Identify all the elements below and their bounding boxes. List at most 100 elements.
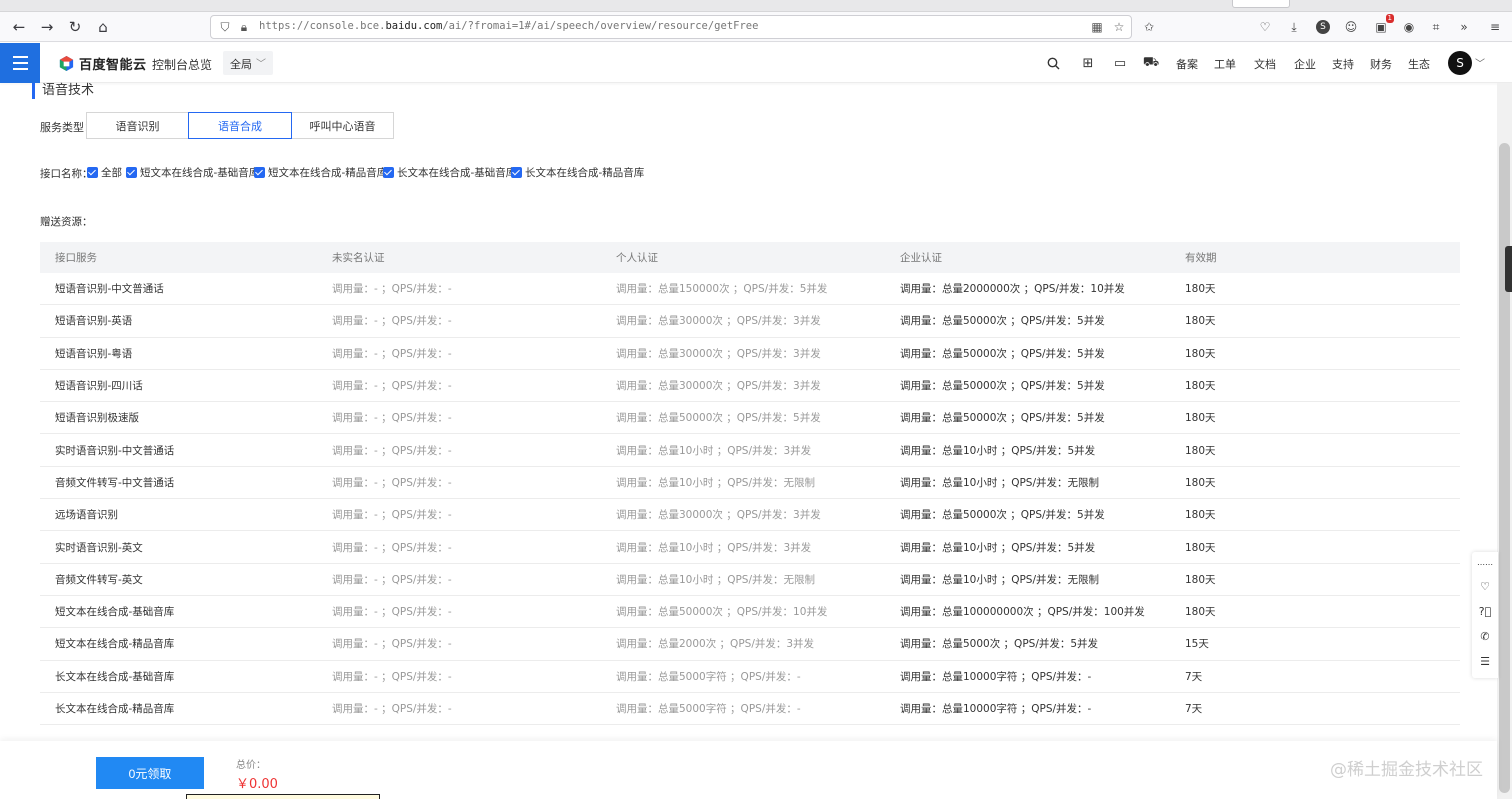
header-link-finance[interactable]: 财务	[1370, 56, 1392, 72]
cell-unverified: 调用量：- ；QPS/并发：-	[332, 670, 452, 683]
extension-badge-icon[interactable]: ▣ 1	[1372, 14, 1394, 36]
cell-enterprise: 调用量：总量10000字符 ；QPS/并发：-	[900, 670, 1092, 683]
crop-icon[interactable]: ⌗	[1427, 18, 1445, 36]
products-grid-icon[interactable]: ⊞	[1080, 55, 1096, 71]
cell-personal: 调用量：总量10小时 ；QPS/并发：3并发	[616, 444, 812, 457]
cell-validity: 180天	[1185, 380, 1216, 393]
page-scrollbar[interactable]	[1497, 83, 1512, 799]
tab-call-center-speech[interactable]: 呼叫中心语音	[291, 112, 394, 139]
gift-resources-label: 赠送资源：	[40, 216, 93, 228]
chevron-down-icon: ﹀	[256, 59, 266, 70]
side-feedback-tab[interactable]	[1505, 246, 1512, 292]
header-link-support[interactable]: 支持	[1332, 56, 1354, 72]
extension-fox-icon[interactable]: ◉	[1400, 18, 1418, 36]
checkbox-long-text-basic[interactable]: 长文本在线合成-基础音库	[383, 165, 516, 180]
cell-unverified: 调用量：- ；QPS/并发：-	[332, 412, 452, 425]
column-header-enterprise: 企业认证	[900, 252, 942, 264]
phone-icon[interactable]: ✆	[1476, 627, 1494, 645]
bookmark-star-icon[interactable]: ☆	[1111, 19, 1127, 35]
cell-validity: 15天	[1185, 638, 1209, 651]
more-extensions-icon[interactable]: »	[1455, 18, 1473, 36]
cell-personal: 调用量：总量2000次 ；QPS/并发：3并发	[616, 638, 815, 651]
table-row: 短语音识别极速版 调用量：- ；QPS/并发：- 调用量：总量50000次 ；QPS…	[40, 402, 1460, 435]
help-icon[interactable]: ?⃝	[1476, 602, 1494, 620]
home-icon[interactable]: ⌂	[92, 16, 114, 38]
total-price-value: ￥0.00	[236, 777, 278, 792]
cell-unverified: 调用量：- ；QPS/并发：-	[332, 509, 452, 522]
scrollbar-thumb[interactable]	[1499, 143, 1510, 793]
cell-validity: 180天	[1185, 412, 1216, 425]
table-row: 音频文件转写-中文普通话 调用量：- ；QPS/并发：- 调用量：总量10小时 ；Q…	[40, 467, 1460, 500]
browser-navbar: ← → ↻ ⌂ ⛉ 🔒︎ https://console.bce.baidu.c…	[0, 12, 1512, 42]
console-overview-link[interactable]: 控制台总览	[152, 56, 212, 73]
logo[interactable]: 百度智能云	[58, 54, 147, 73]
column-header-validity: 有效期	[1185, 252, 1217, 264]
cell-unverified: 调用量：- ；QPS/并发：-	[332, 476, 452, 489]
cell-personal: 调用量：总量50000次 ；QPS/并发：10并发	[616, 606, 828, 619]
browser-active-tab[interactable]	[1232, 0, 1290, 8]
table-row: 远场语音识别 调用量：- ；QPS/并发：- 调用量：总量30000次 ；QPS/并…	[40, 499, 1460, 532]
cell-validity: 180天	[1185, 476, 1216, 489]
cart-icon[interactable]: ⛟	[1143, 55, 1159, 71]
cell-service: 实时语音识别-中文普通话	[55, 444, 175, 457]
claim-free-button[interactable]: 0元领取	[96, 757, 204, 789]
drag-handle-icon[interactable]: ⋯⋯	[1476, 555, 1494, 573]
cell-validity: 180天	[1185, 283, 1216, 296]
favorite-icon[interactable]: ♡	[1476, 577, 1494, 595]
back-icon[interactable]: ←	[8, 16, 30, 38]
cell-enterprise: 调用量：总量5000次 ；QPS/并发：5并发	[900, 638, 1099, 651]
extension-s-icon[interactable]: S	[1316, 20, 1330, 34]
reload-icon[interactable]: ↻	[64, 16, 86, 38]
checkbox-long-text-premium[interactable]: 长文本在线合成-精品音库	[511, 165, 644, 180]
bottom-bar: 0元领取 总价： ￥0.00 @稀土掘金技术社区	[0, 741, 1497, 799]
header-link-filing[interactable]: 备案	[1176, 56, 1198, 72]
checkbox-short-text-basic[interactable]: 短文本在线合成-基础音库	[126, 165, 259, 180]
forward-icon[interactable]: →	[36, 16, 58, 38]
url-text: https://console.bce.baidu.com/ai/?fromai…	[259, 20, 759, 32]
checkbox-checked-icon	[511, 167, 522, 178]
cell-enterprise: 调用量：总量10000字符 ；QPS/并发：-	[900, 703, 1092, 715]
cell-validity: 180天	[1185, 541, 1216, 554]
table-header: 接口服务 未实名认证 个人认证 企业认证 有效期	[40, 242, 1460, 273]
header-link-docs[interactable]: 文档	[1254, 56, 1276, 72]
cell-enterprise: 调用量：总量10小时 ；QPS/并发：5并发	[900, 541, 1096, 554]
header-link-ticket[interactable]: 工单	[1214, 56, 1236, 72]
cell-enterprise: 调用量：总量50000次 ；QPS/并发：5并发	[900, 412, 1105, 425]
cell-service: 音频文件转写-英文	[55, 573, 143, 586]
hamburger-menu-icon[interactable]	[0, 43, 40, 83]
tab-speech-synthesis[interactable]: 语音合成	[188, 112, 292, 139]
avatar-chevron-down-icon[interactable]: ﹀	[1475, 55, 1485, 70]
menu-icon[interactable]: ≡	[1486, 18, 1504, 36]
cell-unverified: 调用量：- ；QPS/并发：-	[332, 315, 452, 328]
header-link-enterprise[interactable]: 企业	[1294, 56, 1316, 72]
download-icon[interactable]: ⤓	[1285, 18, 1303, 36]
checkbox-checked-icon	[87, 167, 98, 178]
checkbox-all[interactable]: 全部	[87, 165, 122, 180]
cell-personal: 调用量：总量150000次 ；QPS/并发：5并发	[616, 283, 828, 296]
lock-icon[interactable]: 🔒︎	[236, 19, 252, 35]
checkbox-checked-icon	[254, 167, 265, 178]
cell-service: 音频文件转写-中文普通话	[55, 476, 175, 489]
table-row: 短语音识别-英语 调用量：- ；QPS/并发：- 调用量：总量30000次 ；QPS…	[40, 305, 1460, 338]
reading-list-icon[interactable]: ✩	[1140, 18, 1158, 36]
table-row: 短文本在线合成-基础音库 调用量：- ；QPS/并发：- 调用量：总量50000次 …	[40, 596, 1460, 629]
header-link-ecosystem[interactable]: 生态	[1408, 56, 1430, 72]
cell-service: 短语音识别-中文普通话	[55, 283, 164, 296]
checkbox-short-text-premium[interactable]: 短文本在线合成-精品音库	[254, 165, 387, 180]
shield-icon[interactable]: ⛉	[217, 19, 233, 35]
table-row: 短文本在线合成-精品音库 调用量：- ；QPS/并发：- 调用量：总量2000次 ；…	[40, 628, 1460, 661]
table-row: 长文本在线合成-基础音库 调用量：- ；QPS/并发：- 调用量：总量5000字符 …	[40, 661, 1460, 693]
extension-monkey-icon[interactable]: ☺	[1342, 18, 1360, 36]
cell-enterprise: 调用量：总量50000次 ；QPS/并发：5并发	[900, 347, 1105, 360]
cell-service: 短语音识别-四川话	[55, 380, 143, 393]
tab-speech-recognition[interactable]: 语音识别	[86, 112, 189, 139]
avatar[interactable]: S	[1448, 51, 1472, 75]
messages-icon[interactable]: ▭	[1112, 55, 1128, 71]
cell-personal: 调用量：总量10小时 ；QPS/并发：无限制	[616, 476, 815, 489]
region-select[interactable]: 全局 ﹀	[223, 51, 273, 75]
search-icon[interactable]	[1045, 55, 1061, 71]
list-icon[interactable]: ☰	[1476, 652, 1494, 670]
pocket-icon[interactable]: ♡	[1256, 18, 1274, 36]
address-bar[interactable]: ⛉ 🔒︎ https://console.bce.baidu.com/ai/?f…	[210, 15, 1132, 39]
qr-code-icon[interactable]: ▦	[1089, 19, 1105, 35]
